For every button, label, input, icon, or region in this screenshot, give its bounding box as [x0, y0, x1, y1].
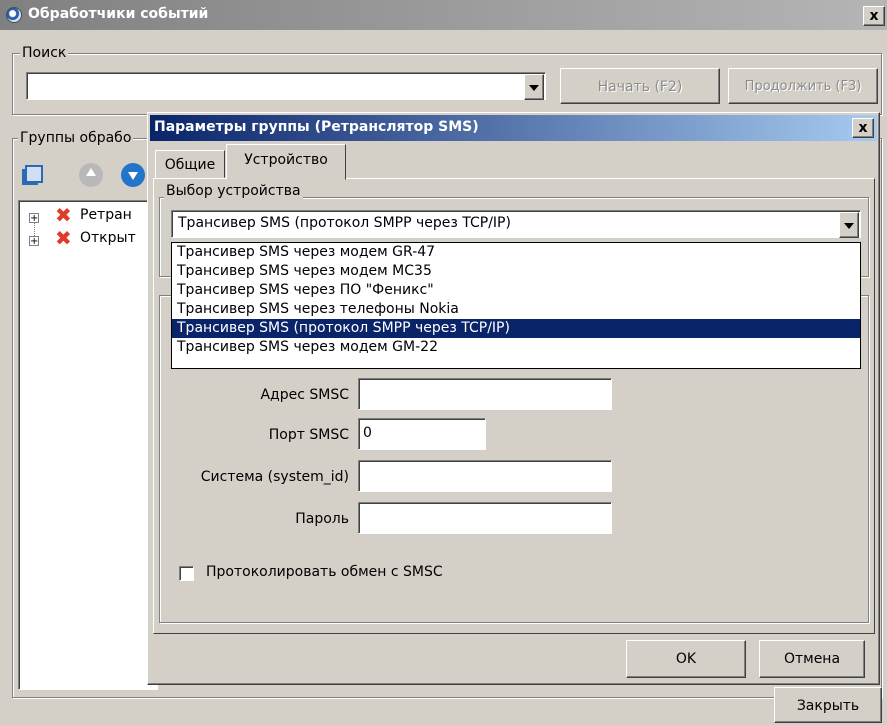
- chevron-down-icon[interactable]: [839, 212, 859, 238]
- cancel-button[interactable]: Отмена: [759, 640, 865, 678]
- continue-button[interactable]: Продолжить (F3): [728, 68, 878, 104]
- main-title-bar[interactable]: Обработчики событий x: [0, 0, 887, 30]
- arrow-up-icon[interactable]: [79, 163, 103, 187]
- group-params-dialog: Параметры группы (Ретранслятор SMS) x Об…: [147, 112, 880, 685]
- expand-icon[interactable]: +: [29, 236, 39, 247]
- device-option[interactable]: Трансивер SMS через телефоны Nokia: [172, 300, 860, 319]
- smsc-address-field[interactable]: [358, 378, 612, 410]
- device-option[interactable]: Трансивер SMS через модем GM-22: [172, 338, 860, 357]
- dialog-title: Параметры группы (Ретранслятор SMS): [154, 119, 479, 135]
- chevron-down-icon[interactable]: [524, 74, 544, 100]
- dialog-title-bar[interactable]: Параметры группы (Ретранслятор SMS) x: [150, 115, 877, 141]
- system-id-field[interactable]: [358, 460, 612, 492]
- tab-device[interactable]: Устройство: [226, 144, 346, 180]
- close-button[interactable]: Закрыть: [774, 687, 882, 723]
- password-field[interactable]: [358, 502, 612, 534]
- device-dropdown-list[interactable]: Трансивер SMS через модем GR-47 Трансивер…: [171, 242, 861, 369]
- device-option[interactable]: Трансивер SMS через модем MC35: [172, 262, 860, 281]
- device-option[interactable]: Трансивер SMS через модем GR-47: [172, 243, 860, 262]
- tree-item-label[interactable]: Ретран: [80, 207, 132, 223]
- start-button[interactable]: Начать (F2): [560, 68, 720, 104]
- smsc-port-label: Порт SMSC: [268, 427, 349, 443]
- main-close-button[interactable]: x: [863, 6, 885, 26]
- smsc-address-label: Адрес SMSC: [260, 387, 349, 403]
- smsc-port-field[interactable]: 0: [358, 418, 486, 450]
- error-x-icon: ✖: [55, 226, 72, 250]
- app-icon: [6, 7, 22, 23]
- tab-general[interactable]: Общие: [155, 150, 225, 178]
- main-title: Обработчики событий: [28, 6, 209, 22]
- groups-tree[interactable]: [18, 200, 158, 690]
- error-x-icon: ✖: [55, 203, 72, 227]
- groups-legend: Группы обрабо: [18, 130, 134, 146]
- device-select[interactable]: Трансивер SMS (протокол SMPP через TCP/I…: [171, 210, 861, 238]
- device-option[interactable]: Трансивер SMS через ПО "Феникс": [172, 281, 860, 300]
- arrow-down-icon[interactable]: [121, 163, 145, 187]
- copy-icon[interactable]: [25, 165, 43, 183]
- log-checkbox-label[interactable]: Протоколировать обмен с SMSC: [206, 564, 443, 580]
- device-option[interactable]: Трансивер SMS (протокол SMPP через TCP/I…: [172, 319, 860, 338]
- ok-button[interactable]: OK: [626, 640, 746, 678]
- search-legend: Поиск: [20, 45, 69, 61]
- device-legend: Выбор устройства: [164, 183, 303, 199]
- expand-icon[interactable]: +: [29, 213, 39, 224]
- password-label: Пароль: [295, 511, 349, 527]
- tree-item-label[interactable]: Открыт: [80, 230, 136, 246]
- log-checkbox[interactable]: [179, 566, 194, 581]
- system-id-label: Система (system_id): [200, 469, 349, 485]
- search-input[interactable]: [26, 72, 546, 100]
- dialog-close-button[interactable]: x: [852, 118, 874, 138]
